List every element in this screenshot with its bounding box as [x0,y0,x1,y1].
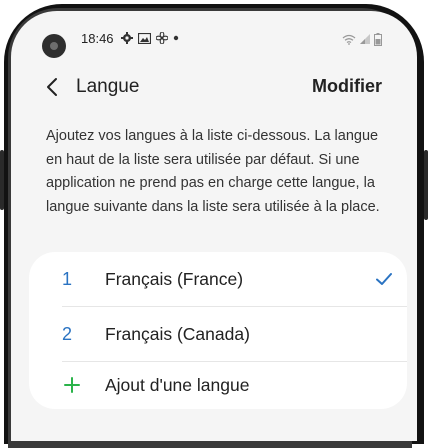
battery-icon [374,33,382,46]
page-title: Langue [76,76,140,97]
language-name: Français (Canada) [105,324,250,344]
power-button [424,150,428,220]
front-camera [42,34,66,58]
add-language-button[interactable]: Ajout d'une langue [29,360,407,412]
description-text: Ajoutez vos langues à la liste ci-dessou… [46,128,380,215]
language-name: Français (France) [105,269,244,289]
language-index: 1 [62,269,73,289]
back-arrow-icon[interactable] [41,75,65,99]
checkmark-icon [376,273,392,285]
status-notification-icons [121,32,179,44]
language-item-1[interactable]: 1 Français (France) [29,254,407,306]
image-icon [138,32,151,44]
divider [62,306,407,307]
screen: 18:46 Langue Modifier Ajoutez vos langue… [11,11,417,441]
dot-icon [173,35,179,41]
wifi-icon [342,34,356,45]
language-list-card: 1 Français (France) 2 Français (Canada) … [29,252,407,409]
add-language-label: Ajout d'une langue [105,375,250,395]
status-bar: 18:46 [11,11,417,58]
gear-icon [121,32,133,44]
status-system-icons [342,33,382,46]
signal-icon [360,34,370,44]
language-item-2[interactable]: 2 Français (Canada) [29,309,407,361]
volume-button [0,150,4,210]
plus-icon [64,377,80,393]
app-bar: Langue Modifier [11,63,417,111]
fan-icon [156,32,168,44]
status-time: 18:46 [81,31,114,46]
language-index: 2 [62,324,73,344]
edit-button[interactable]: Modifier [312,76,382,97]
